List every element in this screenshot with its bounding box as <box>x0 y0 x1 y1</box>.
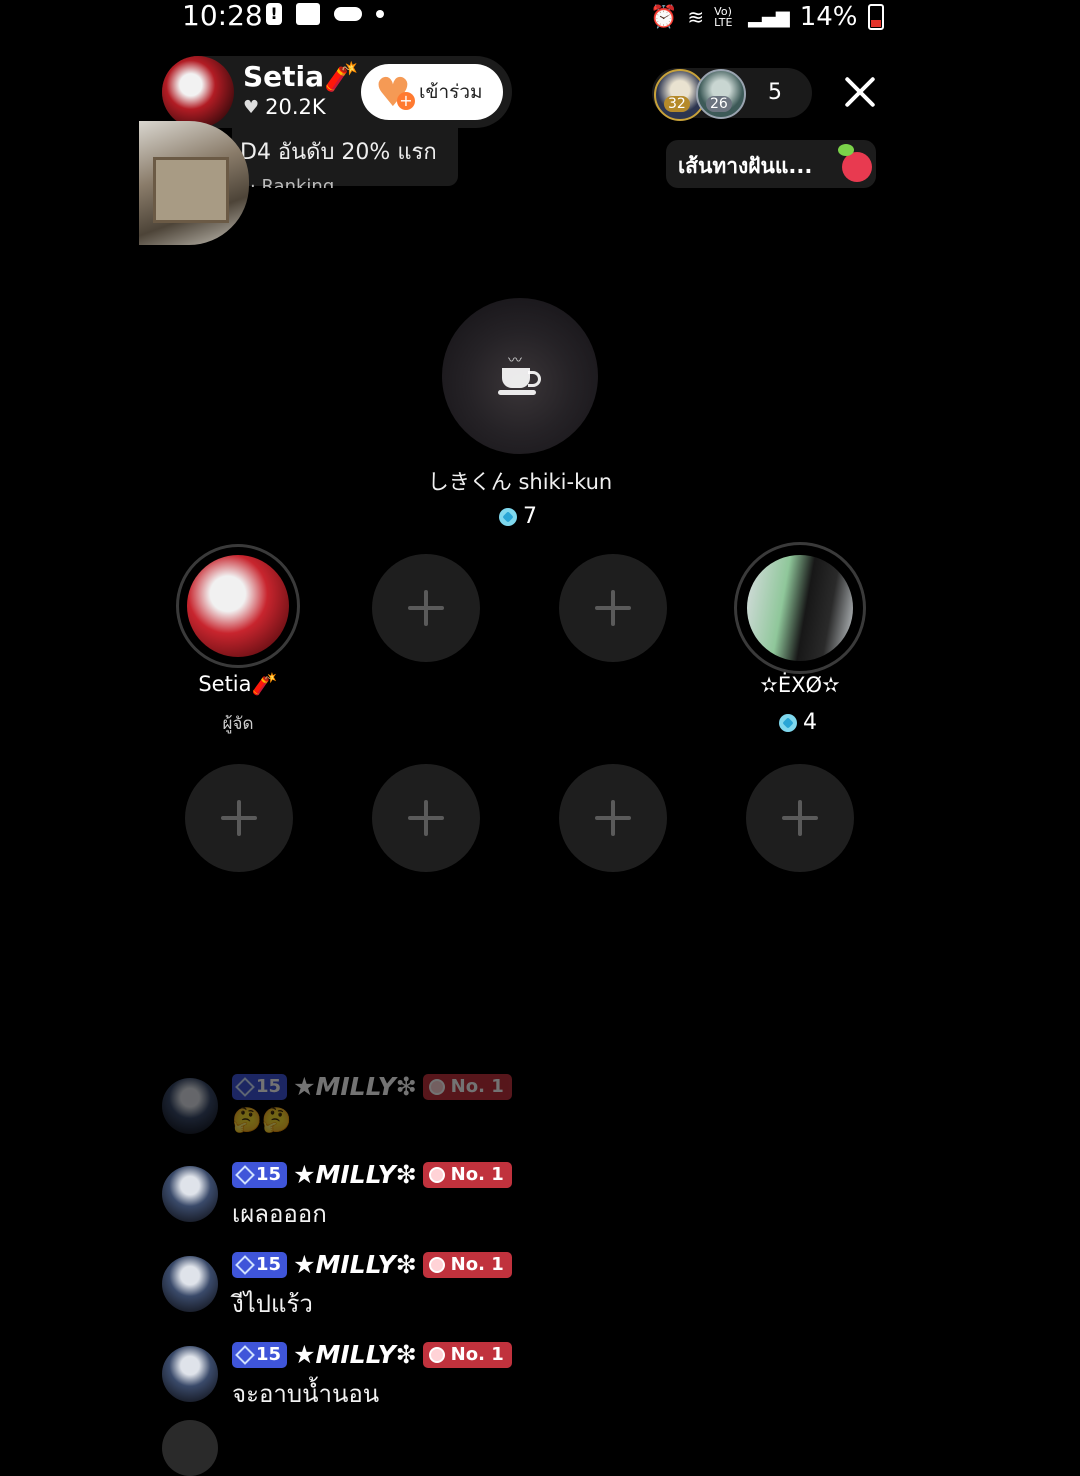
main-seat-name: しきくん shiki-kun <box>427 470 613 494</box>
volte-label: Vo) LTE <box>714 5 733 29</box>
host-likes-count: 20.2K <box>265 95 326 119</box>
heart-icon: ♥ <box>243 96 260 118</box>
rank-text: D4 อันดับ 20% แรก <box>240 140 437 165</box>
pip-video-thumbnail[interactable] <box>139 121 249 245</box>
viewer-level-badge: 26 <box>706 96 732 112</box>
seat-score: 4 <box>779 710 817 735</box>
empty-seat[interactable] <box>559 554 667 662</box>
chat-username[interactable]: ★MILLY❇ <box>293 1072 417 1101</box>
wifi-icon: ≋ <box>687 5 705 29</box>
steam-icon: 〰 <box>508 353 522 369</box>
diamond-icon <box>235 1344 255 1365</box>
empty-seat[interactable] <box>185 764 293 872</box>
alarm-icon: ⏰ <box>650 4 678 30</box>
join-button-label: เข้าร่วม <box>419 81 483 103</box>
seat-guest[interactable] <box>734 542 866 674</box>
empty-seat[interactable] <box>372 764 480 872</box>
host-name: Setia🧨 <box>243 60 359 93</box>
battery-percent: 14% <box>799 2 858 32</box>
chat-username[interactable]: ★MILLY❇ <box>293 1250 417 1279</box>
seat-score-value: 4 <box>803 710 817 735</box>
chat-message-text: งีไปแร้ว <box>232 1290 313 1318</box>
medal-icon <box>428 1256 445 1273</box>
empty-seat[interactable] <box>559 764 667 872</box>
seat-name: Setia🧨 <box>198 672 278 696</box>
app-notification-icon <box>296 3 320 25</box>
diamond-icon <box>235 1076 255 1097</box>
event-label: เส้นทางฝันแ... <box>678 154 813 178</box>
chat-message[interactable]: 15 ★MILLY❇ No. 1 งีไปแร้ว <box>162 1250 762 1330</box>
gem-icon <box>779 713 797 732</box>
chat-message[interactable]: 15 ★MILLY❇ No. 1 จะอาบน้ำนอน <box>162 1340 762 1420</box>
rank-badge: No. 1 <box>422 1341 512 1368</box>
main-seat-score-value: 7 <box>523 504 537 529</box>
signal-icon: ▂▄▆ <box>748 6 790 28</box>
close-icon[interactable] <box>842 74 878 110</box>
plus-icon <box>221 800 257 836</box>
chat-username[interactable]: ★MILLY❇ <box>293 1160 417 1189</box>
plus-icon <box>595 590 631 626</box>
chat-message[interactable]: 15 ★MILLY❇ No. 1 เผลอออก <box>162 1160 762 1240</box>
level-badge: 15 <box>232 1251 288 1278</box>
cloud-icon <box>334 7 362 21</box>
chat-message-text: เผลอออก <box>232 1200 327 1228</box>
plus-icon <box>408 590 444 626</box>
medal-icon <box>428 1078 445 1095</box>
level-badge: 15 <box>232 1073 288 1100</box>
plus-icon <box>782 800 818 836</box>
join-button[interactable]: เข้าร่วม <box>361 64 503 120</box>
gem-icon <box>499 507 517 526</box>
chat-message[interactable]: 15 ★MILLY❇ No. 1 🤔🤔 <box>162 1072 762 1152</box>
viewer-level-badge: 32 <box>664 96 690 112</box>
join-heart-icon <box>375 70 415 116</box>
avatar[interactable] <box>162 1346 218 1402</box>
host-avatar[interactable] <box>162 56 234 128</box>
avatar[interactable] <box>162 1256 218 1312</box>
chat-message-text: จะอาบน้ำนอน <box>232 1380 380 1408</box>
level-badge: 15 <box>232 1161 288 1188</box>
rank-subtext: · Ranking <box>250 176 335 188</box>
rank-badge: No. 1 <box>422 1251 512 1278</box>
avatar[interactable] <box>162 1078 218 1134</box>
seat-role: ผู้จัด <box>222 714 254 734</box>
host-likes: ♥ 20.2K <box>243 95 326 119</box>
rank-badge: No. 1 <box>422 1073 512 1100</box>
main-seat-score: 7 <box>499 504 537 529</box>
empty-seat[interactable] <box>746 764 854 872</box>
status-notifications: ! <box>266 3 384 25</box>
rank-badge: No. 1 <box>422 1161 512 1188</box>
plus-icon <box>408 800 444 836</box>
cocktail-icon <box>836 142 876 184</box>
diamond-icon <box>235 1254 255 1275</box>
alert-icon: ! <box>266 3 282 25</box>
avatar <box>747 555 853 661</box>
more-notifications-dot-icon <box>376 10 384 18</box>
empty-seat[interactable] <box>372 554 480 662</box>
avatar <box>187 555 289 657</box>
status-time: 10:28 <box>182 0 263 32</box>
coffee-cup-icon: 〰 <box>498 350 542 400</box>
medal-icon <box>428 1346 445 1363</box>
diamond-icon <box>235 1164 255 1185</box>
avatar[interactable] <box>162 1166 218 1222</box>
pip-video-frame <box>153 157 229 223</box>
chat-username[interactable]: ★MILLY❇ <box>293 1340 417 1369</box>
plus-icon <box>595 800 631 836</box>
seat-host[interactable] <box>176 544 300 668</box>
medal-icon <box>428 1166 445 1183</box>
viewer-count: 5 <box>768 80 782 105</box>
battery-icon <box>867 4 884 30</box>
chat-message-text: 🤔🤔 <box>232 1106 292 1134</box>
status-system-icons: ⏰ ≋ Vo) LTE ▂▄▆ 14% <box>650 2 884 32</box>
level-badge: 15 <box>232 1341 288 1368</box>
seat-name: ✫ĖXØ✫ <box>760 673 840 697</box>
avatar[interactable] <box>162 1420 218 1476</box>
